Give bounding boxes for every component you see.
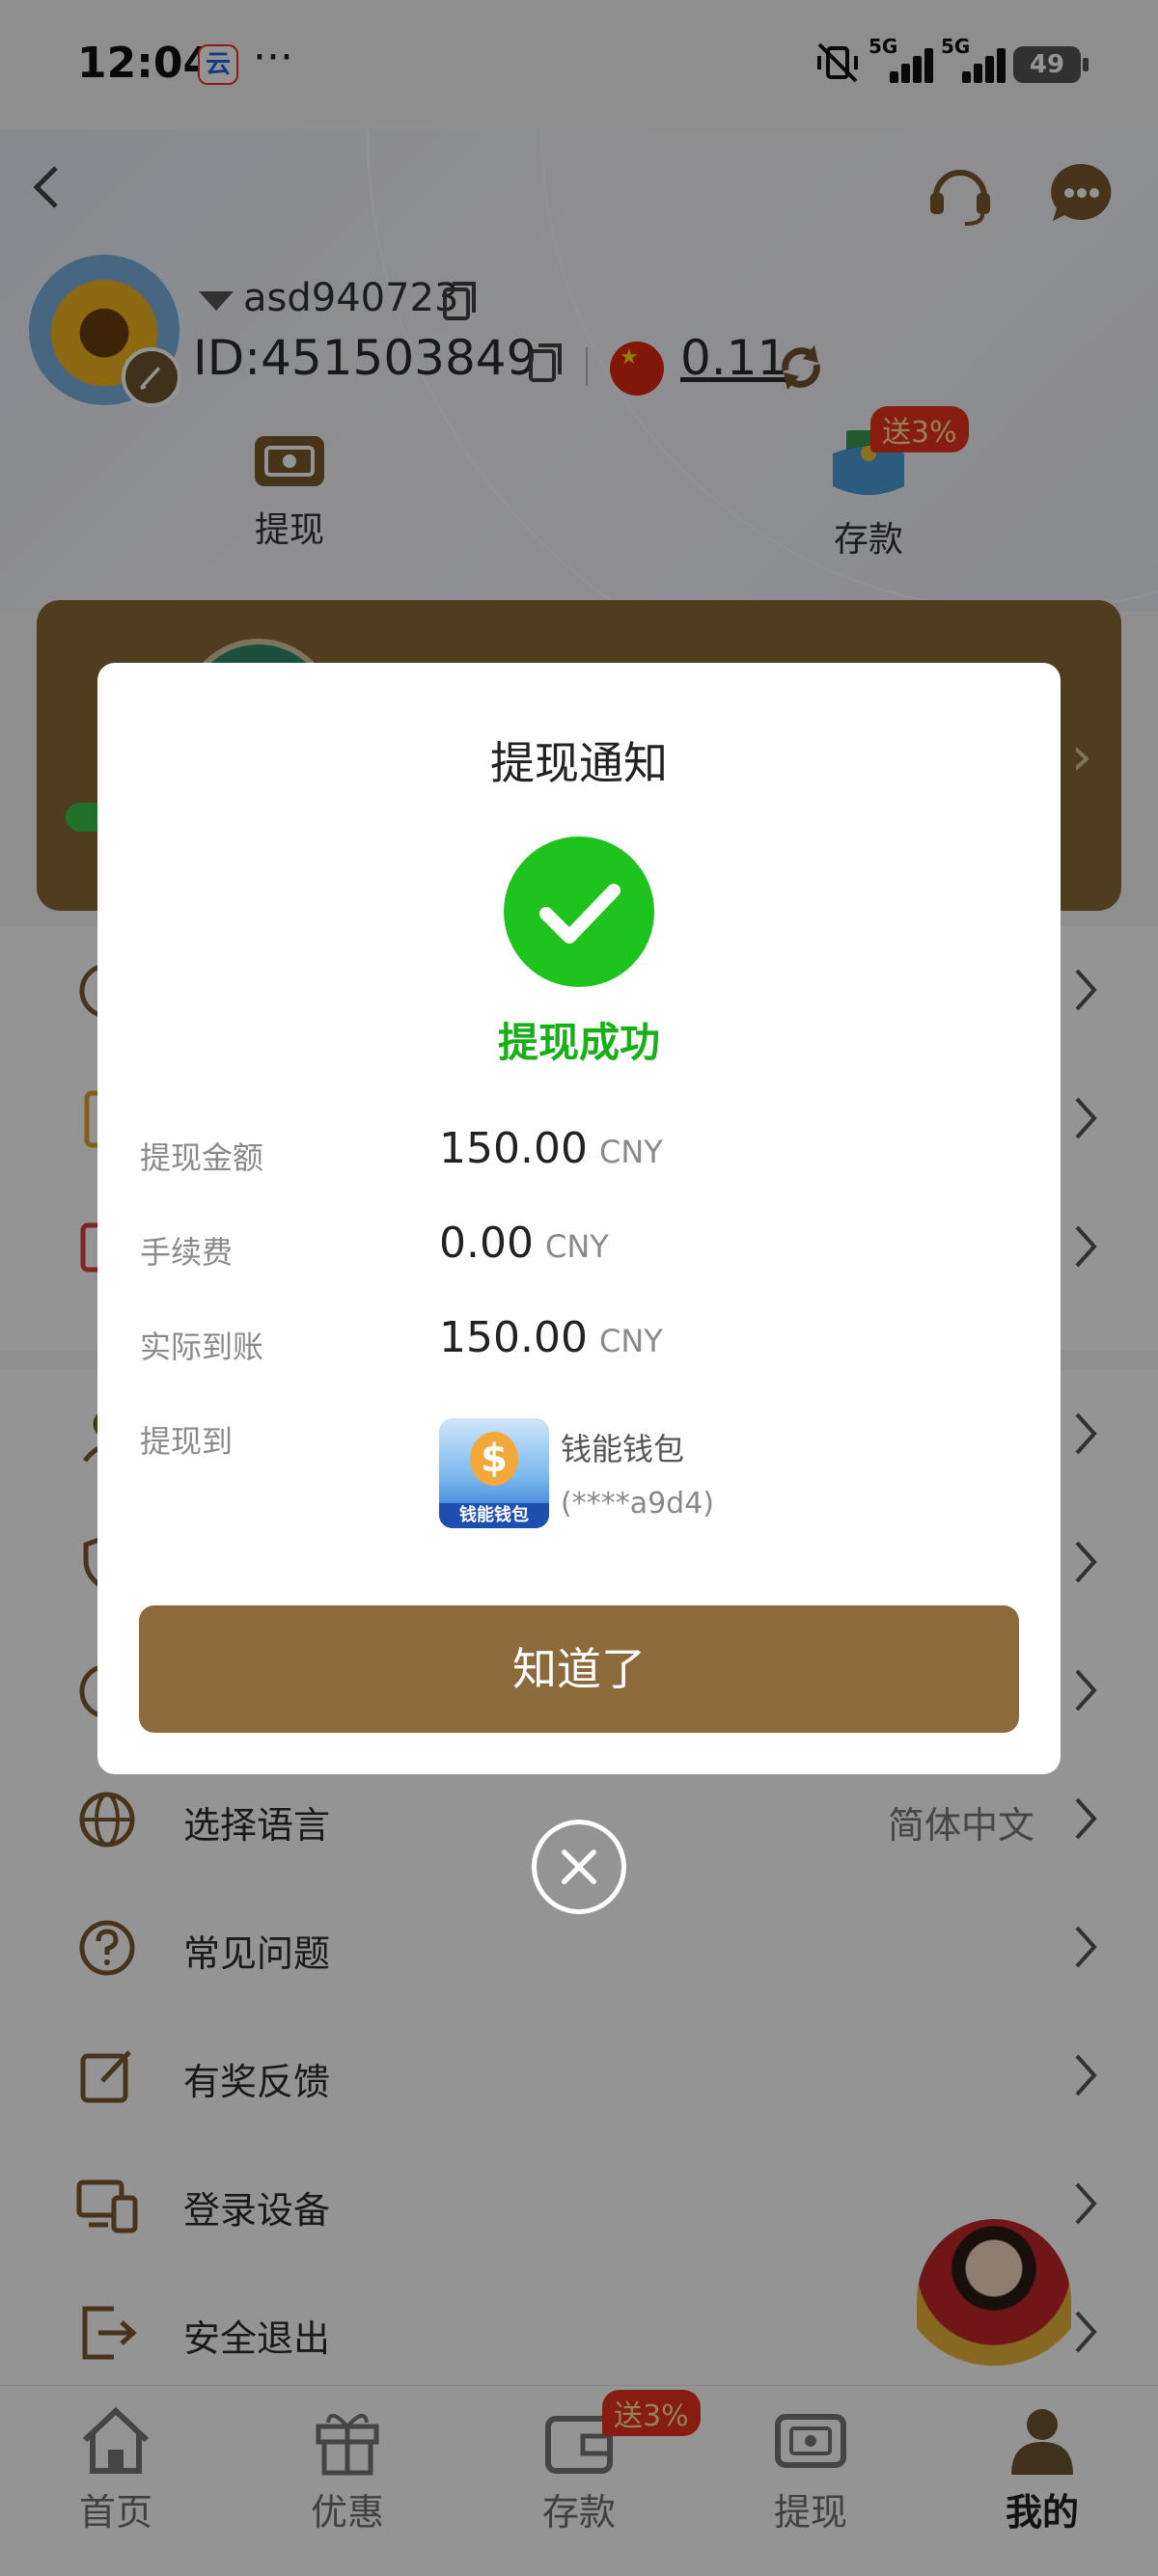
wallet-logo: $ 钱能钱包 [439, 1418, 549, 1528]
success-check-icon [504, 836, 654, 987]
dialog-title: 提现通知 [490, 737, 668, 789]
fee-value: 0.00 CNY [439, 1219, 609, 1268]
wallet-account: (****a9d4) [561, 1487, 715, 1521]
destination-label: 提现到 [140, 1423, 234, 1460]
received-label: 实际到账 [140, 1329, 264, 1365]
acknowledge-button[interactable]: 知道了 [139, 1605, 1019, 1733]
withdraw-status: 提现成功 [497, 1019, 660, 1066]
close-dialog-icon[interactable] [532, 1820, 626, 1914]
withdraw-notification-dialog: 提现通知 提现成功 提现金额 150.00 CNY 手续费 0.00 CNY 实际到… [97, 663, 1061, 1774]
amount-value: 150.00 CNY [439, 1124, 663, 1173]
received-value: 150.00 CNY [439, 1313, 663, 1362]
amount-label: 提现金额 [140, 1139, 264, 1176]
wallet-name: 钱能钱包 [561, 1431, 685, 1467]
fee-label: 手续费 [140, 1234, 234, 1271]
